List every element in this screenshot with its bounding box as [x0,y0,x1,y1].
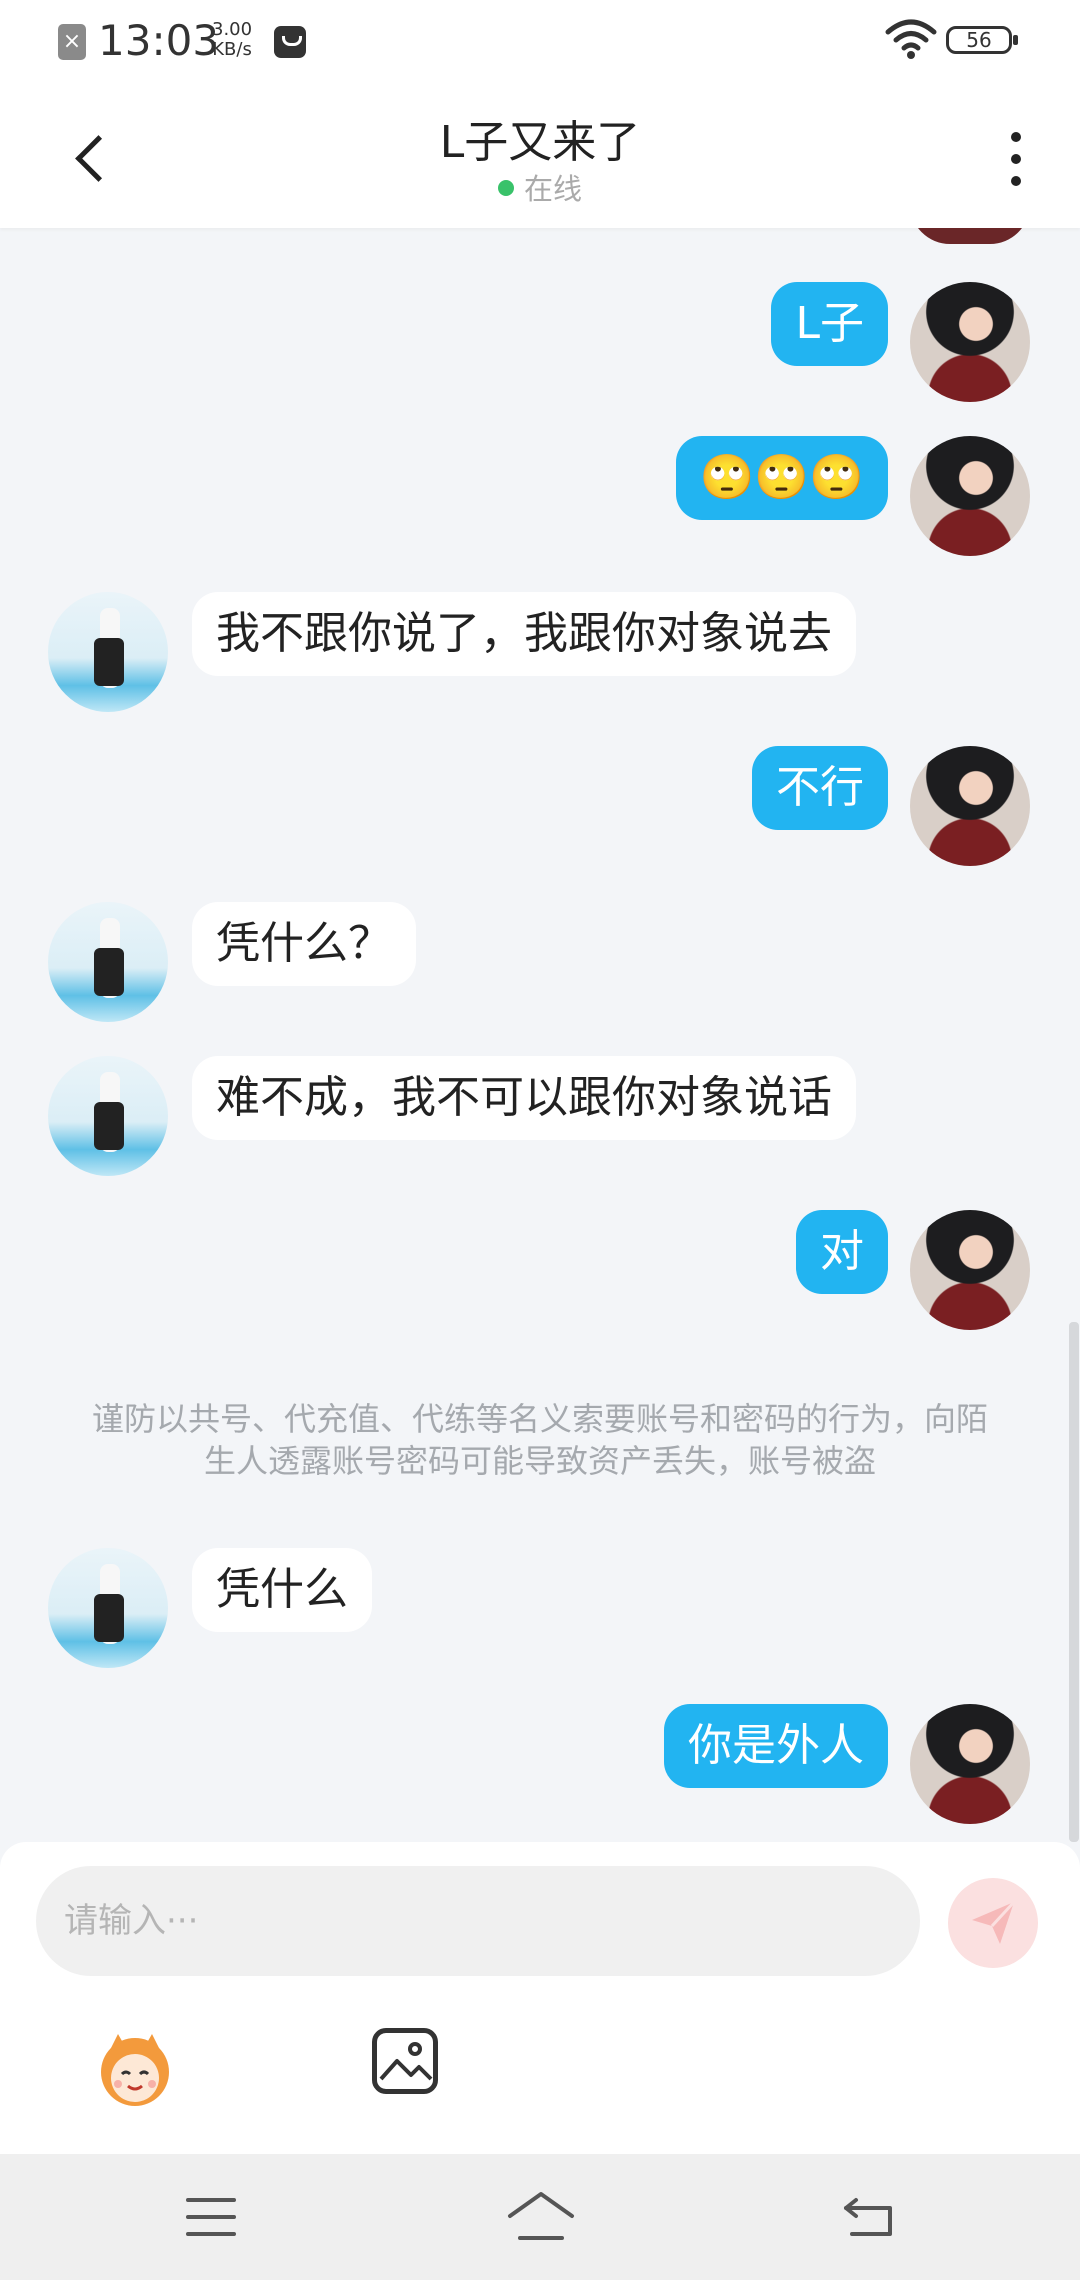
avatar-self[interactable] [910,436,1030,556]
online-status-label: 在线 [523,172,582,206]
network-speed: 3.00 KB/s [212,20,252,60]
message-bubble-other[interactable]: 我不跟你说了，我跟你对象说去 [192,592,856,676]
system-nav-bar [0,2154,1080,2280]
input-panel: 请输入··· [0,1842,1080,2154]
message-list[interactable]: L子 🙄🙄🙄 我不跟你说了，我跟你对象说去 不行 凭什么？ 难不成，我不可以跟你… [0,228,1080,1842]
message-bubble-self[interactable]: 不行 [752,746,888,830]
status-time: 13:03 [98,16,220,65]
online-dot-icon [497,180,514,196]
back-arrow-icon[interactable] [842,2196,894,2238]
chat-header: L子又来了 在线 [0,84,1080,228]
network-speed-unit: KB/s [212,39,252,60]
battery-icon: 56 [946,26,1018,54]
security-notice: 谨防以共号、代充值、代练等名义索要账号和密码的行为，向陌生人透露账号密码可能导致… [91,1400,988,1480]
message-input[interactable]: 请输入··· [36,1866,920,1976]
avatar-other[interactable] [48,592,168,712]
image-icon[interactable] [372,2028,438,2094]
avatar-self[interactable] [910,746,1030,866]
message-bubble-self[interactable]: 你是外人 [664,1704,888,1788]
home-icon[interactable] [506,2190,576,2244]
avatar-other[interactable] [48,1056,168,1176]
more-vertical-icon[interactable] [990,124,1040,194]
wifi-icon [885,19,937,59]
notification-bag-icon [274,26,306,58]
avatar-self-partial[interactable] [910,228,1030,244]
chat-title: L子又来了 [439,117,641,168]
avatar-other[interactable] [48,902,168,1022]
status-bar: × 13:03 3.00 KB/s 56 [0,0,1080,84]
paper-plane-icon[interactable] [948,1878,1038,1968]
message-bubble-self[interactable]: 对 [796,1210,888,1294]
avatar-self[interactable] [910,282,1030,402]
sim-off-icon: × [58,24,86,60]
online-status: 在线 [0,166,1080,208]
avatar-self[interactable] [910,1704,1030,1824]
menu-icon[interactable] [186,2198,236,2236]
emoji-face-icon[interactable] [92,2028,178,2108]
avatar-other[interactable] [48,1548,168,1668]
message-bubble-self[interactable]: L子 [771,282,888,366]
message-bubble-other[interactable]: 凭什么 [192,1548,372,1632]
scrollbar[interactable] [1069,1322,1079,1842]
avatar-self[interactable] [910,1210,1030,1330]
message-bubble-other[interactable]: 难不成，我不可以跟你对象说话 [192,1056,856,1140]
message-bubble-other[interactable]: 凭什么？ [192,902,416,986]
network-speed-value: 3.00 [212,19,253,40]
message-bubble-self[interactable]: 🙄🙄🙄 [675,436,888,520]
